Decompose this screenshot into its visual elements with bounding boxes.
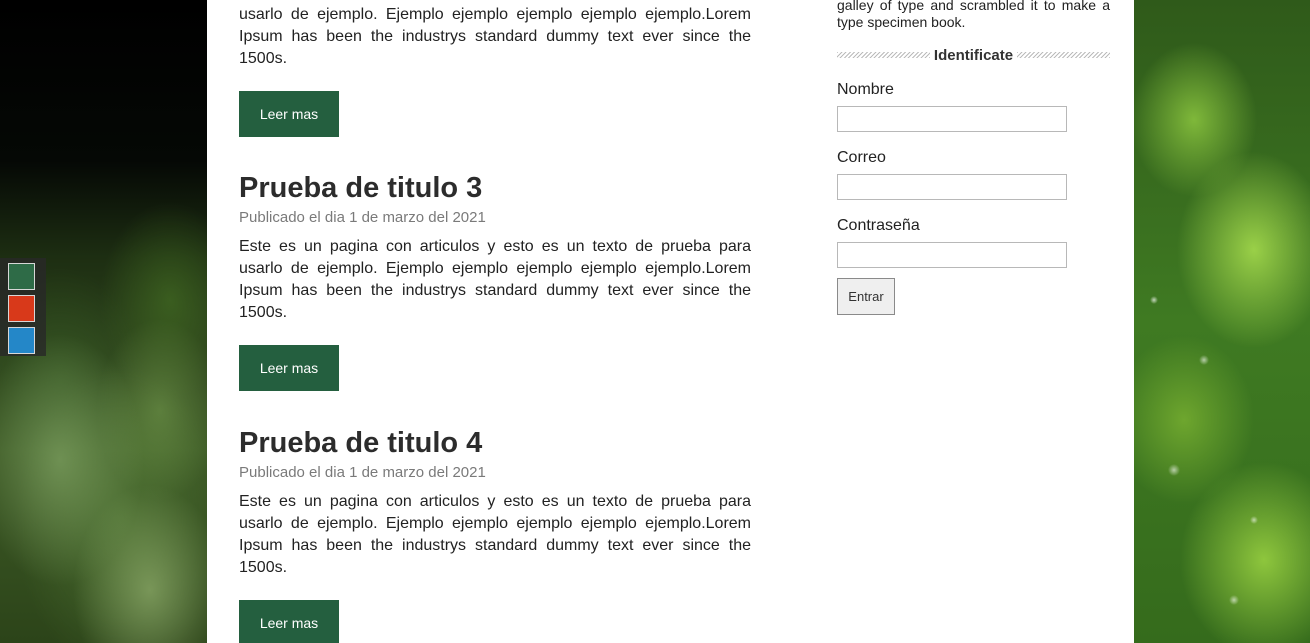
theme-swatch-blue[interactable] — [8, 327, 35, 354]
article-3: Prueba de titulo 3 Publicado el dia 1 de… — [239, 172, 751, 391]
article-4: Prueba de titulo 4 Publicado el dia 1 de… — [239, 427, 751, 643]
article-body: Este es un pagina con articulos y esto e… — [239, 238, 751, 321]
email-field[interactable] — [837, 174, 1067, 200]
login-section-header: Identificate — [837, 46, 1110, 64]
article-title[interactable]: Prueba de titulo 3 — [239, 172, 751, 204]
login-form: Nombre Correo Contraseña Entrar — [837, 80, 1110, 315]
sidebar-intro-text: galley of type and scrambled it to make … — [837, 0, 1110, 30]
read-more-button[interactable]: Leer mas — [239, 91, 339, 137]
read-more-button[interactable]: Leer mas — [239, 345, 339, 391]
login-submit-button[interactable]: Entrar — [837, 278, 895, 315]
article-body: usarlo de ejemplo. Ejemplo ejemplo ejemp… — [239, 6, 751, 67]
login-title: Identificate — [933, 46, 1014, 64]
article-date: Publicado el dia 1 de marzo del 2021 — [239, 209, 486, 226]
password-field[interactable] — [837, 242, 1067, 268]
password-label: Contraseña — [837, 217, 920, 234]
divider-hatch-right — [1017, 52, 1110, 58]
article-2: usarlo de ejemplo. Ejemplo ejemplo ejemp… — [239, 4, 751, 137]
sidebar: galley of type and scrambled it to make … — [837, 0, 1110, 315]
theme-switcher — [0, 258, 46, 356]
article-date: Publicado el dia 1 de marzo del 2021 — [239, 464, 486, 481]
divider-hatch-left — [837, 52, 930, 58]
email-label: Correo — [837, 149, 886, 166]
main-container: usarlo de ejemplo. Ejemplo ejemplo ejemp… — [207, 0, 1134, 643]
theme-swatch-red[interactable] — [8, 295, 35, 322]
name-label: Nombre — [837, 81, 894, 98]
article-body: Este es un pagina con articulos y esto e… — [239, 493, 751, 576]
background-leaf-right — [1134, 0, 1310, 643]
theme-swatch-green[interactable] — [8, 263, 35, 290]
article-title[interactable]: Prueba de titulo 4 — [239, 427, 751, 459]
read-more-button[interactable]: Leer mas — [239, 600, 339, 643]
name-field[interactable] — [837, 106, 1067, 132]
